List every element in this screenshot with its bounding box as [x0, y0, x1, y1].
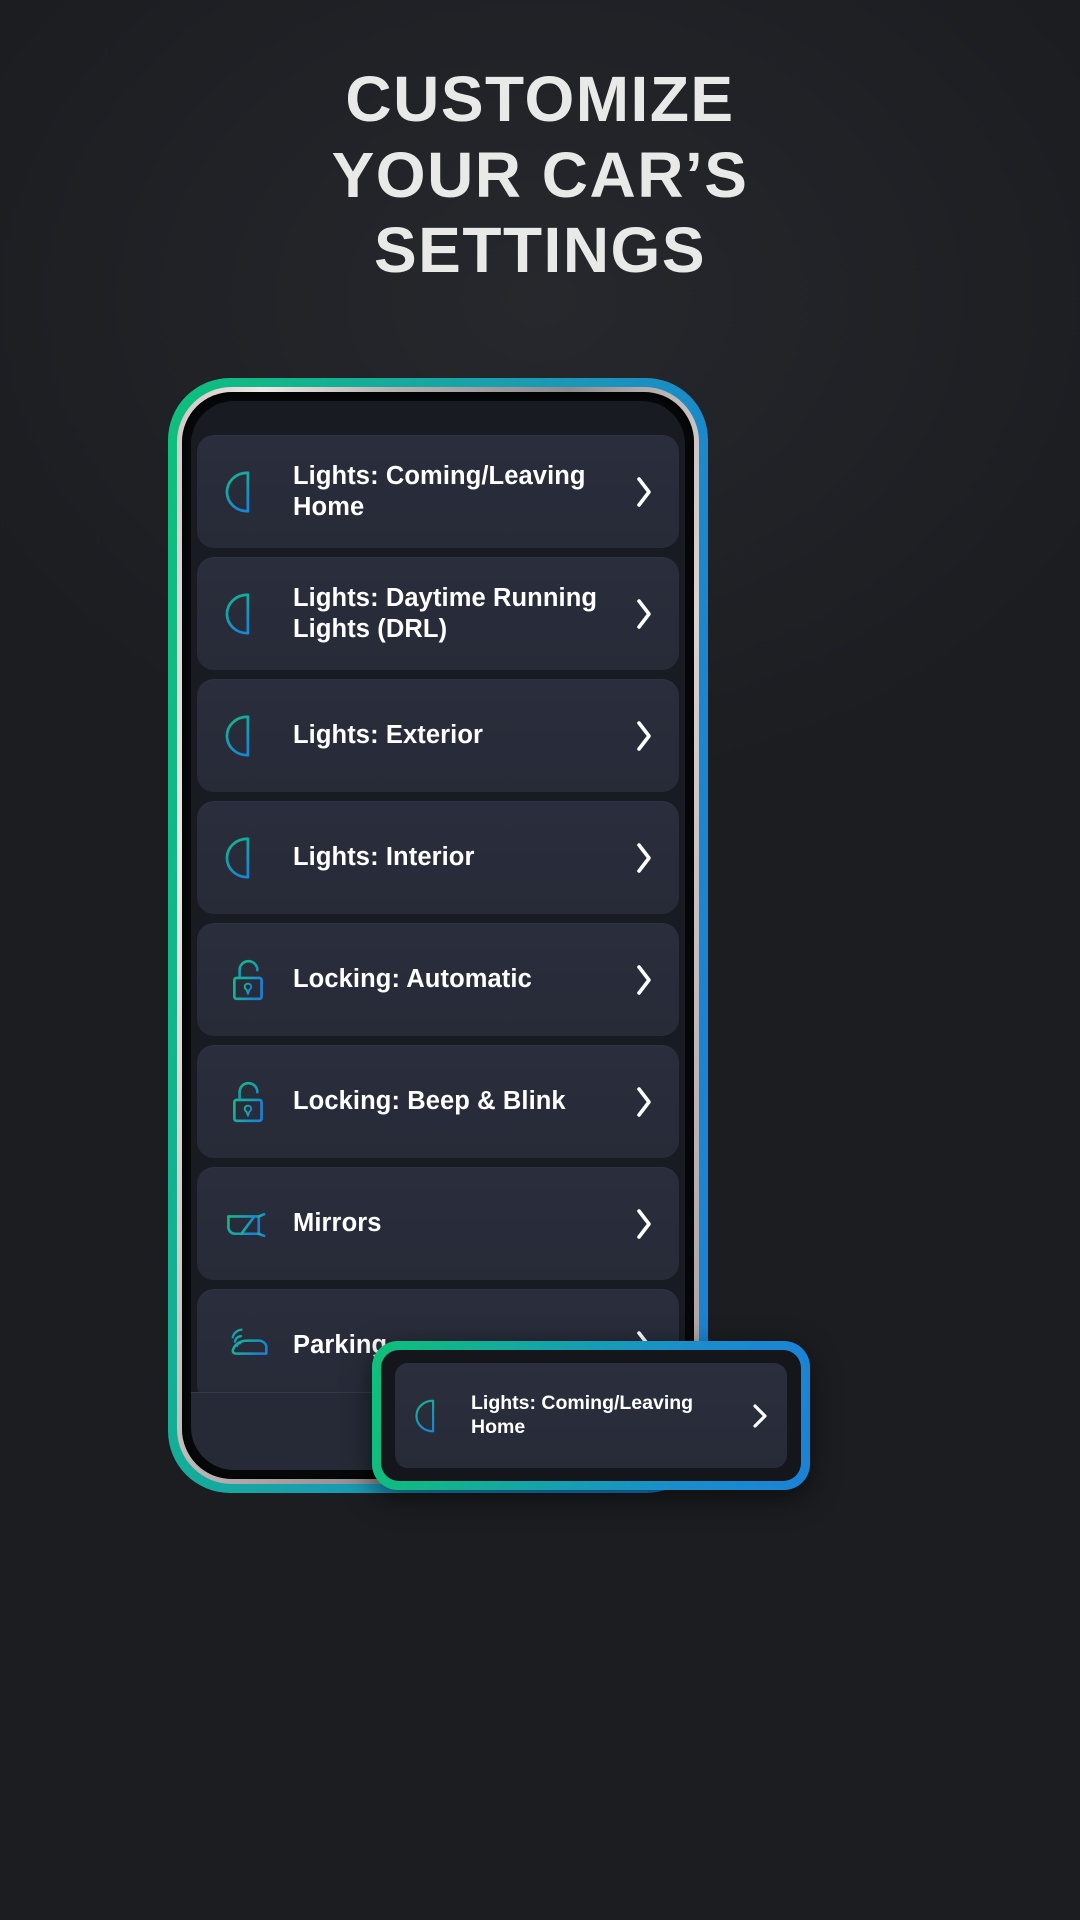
highlight-callout-label: Lights: Coming/Leaving Home — [471, 1392, 694, 1438]
chevron-right-icon[interactable] — [627, 1206, 661, 1242]
settings-list[interactable]: Lights: Coming/Leaving Home Lights: Dayti… — [191, 435, 685, 1470]
settings-list-item-label: Lights: Daytime Running Lights (DRL) — [293, 584, 598, 643]
page-title: CUSTOMIZE YOUR CAR’S SETTINGS — [0, 62, 1080, 289]
settings-list-item-label: Lights: Coming/Leaving Home — [293, 462, 586, 521]
settings-list-item[interactable]: Lights: Interior — [197, 801, 679, 914]
headlight-icon — [219, 710, 279, 762]
highlight-callout-card[interactable]: Lights: Coming/Leaving Home — [395, 1363, 787, 1468]
chevron-right-icon[interactable] — [627, 840, 661, 876]
settings-list-item-label: Mirrors — [293, 1209, 382, 1238]
settings-list-item-label: Lights: Interior — [293, 843, 475, 872]
headlight-icon — [219, 588, 279, 640]
settings-list-item-label: Locking: Automatic — [293, 965, 532, 994]
highlight-callout-inner: Lights: Coming/Leaving Home — [381, 1350, 801, 1481]
parking-sensor-icon — [219, 1320, 279, 1372]
side-mirror-icon — [219, 1198, 279, 1250]
settings-list-item[interactable]: Mirrors — [197, 1167, 679, 1280]
chevron-right-icon[interactable] — [627, 718, 661, 754]
padlock-open-icon — [219, 1076, 279, 1128]
chevron-right-icon[interactable] — [627, 474, 661, 510]
settings-list-item[interactable]: Locking: Automatic — [197, 923, 679, 1036]
settings-list-item-label: Lights: Exterior — [293, 721, 484, 750]
chevron-right-icon[interactable] — [627, 962, 661, 998]
highlight-callout: Lights: Coming/Leaving Home — [372, 1341, 810, 1490]
phone-screen: Lights: Coming/Leaving Home Lights: Dayti… — [191, 401, 685, 1470]
settings-list-item[interactable]: Lights: Coming/Leaving Home — [197, 435, 679, 548]
headlight-icon — [219, 466, 279, 518]
chevron-right-icon[interactable] — [627, 1084, 661, 1120]
settings-list-item[interactable]: Lights: Daytime Running Lights (DRL) — [197, 557, 679, 670]
headlight-icon — [411, 1396, 457, 1436]
chevron-right-icon[interactable] — [747, 1402, 773, 1430]
phone-mockup: Lights: Coming/Leaving Home Lights: Dayti… — [168, 378, 708, 1493]
settings-list-item[interactable]: Locking: Beep & Blink — [197, 1045, 679, 1158]
chevron-right-icon[interactable] — [627, 596, 661, 632]
settings-list-item-label: Locking: Beep & Blink — [293, 1087, 566, 1116]
page-title-line-1: CUSTOMIZE — [345, 63, 735, 135]
page-title-line-3: SETTINGS — [373, 214, 707, 287]
headlight-icon — [219, 832, 279, 884]
phone-bezel: Lights: Coming/Leaving Home Lights: Dayti… — [182, 392, 694, 1479]
page-title-line-2: YOUR CAR’S — [331, 138, 749, 211]
settings-list-item[interactable]: Lights: Exterior — [197, 679, 679, 792]
phone-accent-outline: Lights: Coming/Leaving Home Lights: Dayti… — [168, 378, 708, 1493]
padlock-open-icon — [219, 954, 279, 1006]
promo-screenshot: CUSTOMIZE YOUR CAR’S SETTINGS Lights: Co… — [0, 0, 1080, 1920]
phone-metal-frame: Lights: Coming/Leaving Home Lights: Dayti… — [177, 387, 699, 1484]
